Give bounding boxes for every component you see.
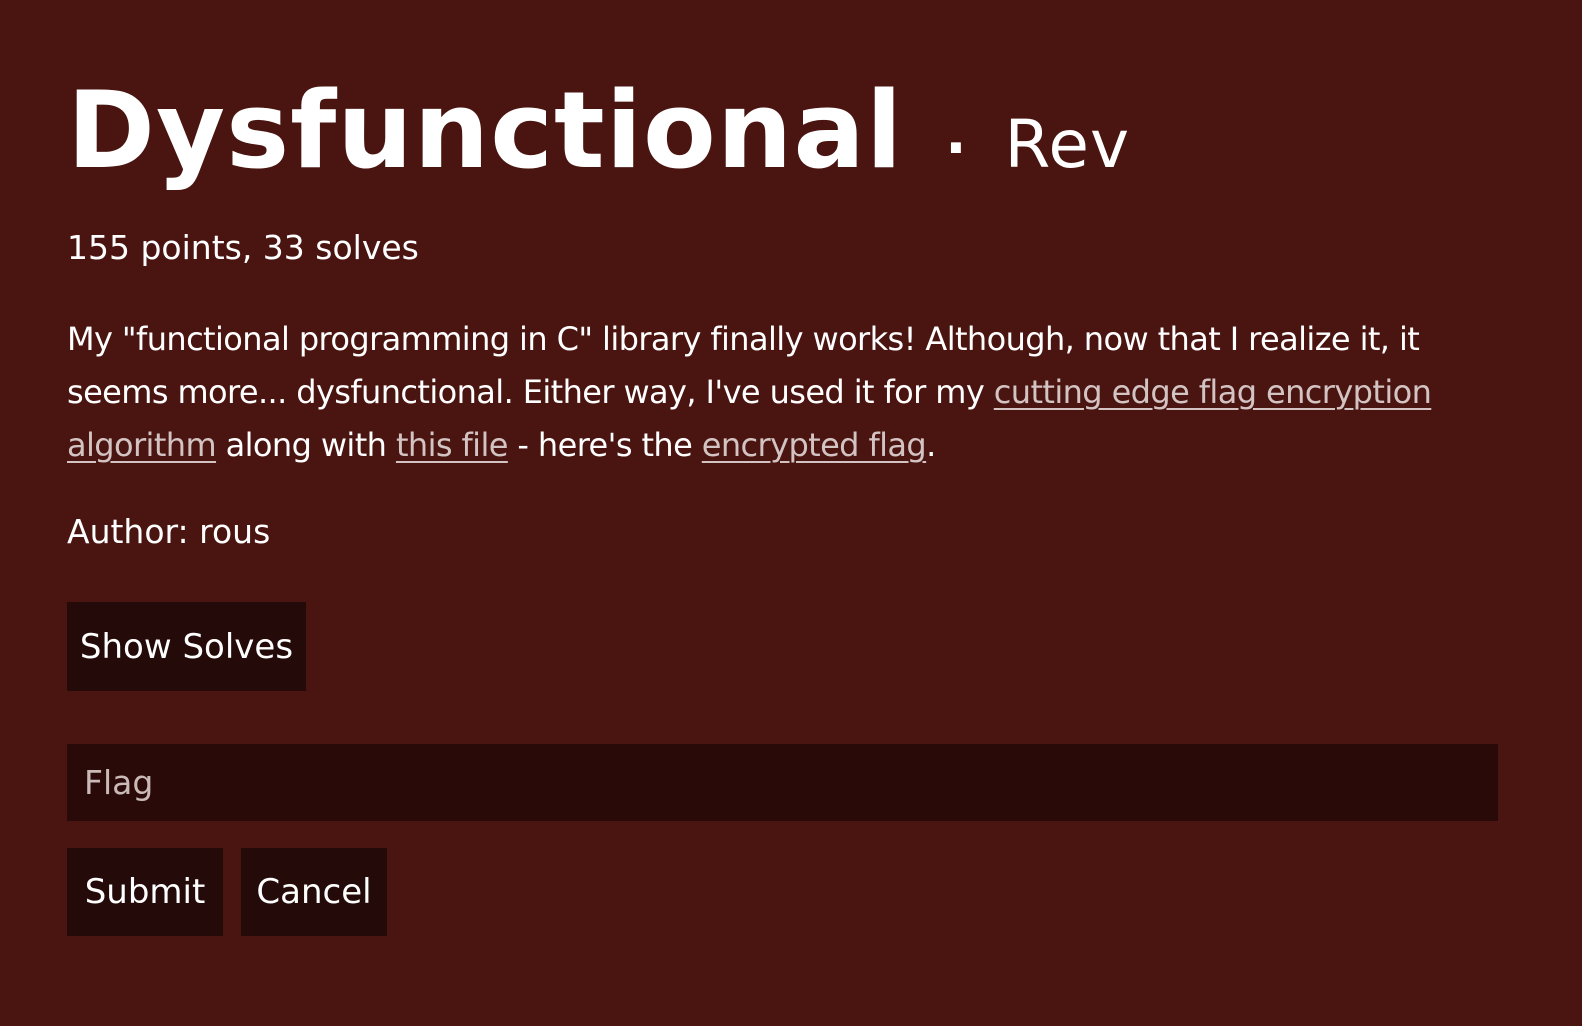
challenge-title: Dysfunctional (67, 69, 904, 192)
cancel-button[interactable]: Cancel (241, 848, 387, 936)
challenge-description: My "functional programming in C" library… (67, 313, 1487, 472)
submit-button[interactable]: Submit (67, 848, 223, 936)
flag-input[interactable] (67, 744, 1498, 821)
challenge-page: Dysfunctional · Rev 155 points, 33 solve… (0, 0, 1582, 1026)
title-row: Dysfunctional · Rev (67, 78, 1130, 184)
challenge-category: Rev (1004, 106, 1131, 183)
description-text-3: - here's the (507, 426, 702, 464)
encrypted-flag-link[interactable]: encrypted flag (702, 426, 927, 464)
challenge-author: Author: rous (67, 512, 271, 551)
points-solves: 155 points, 33 solves (67, 228, 419, 267)
description-text-4: . (926, 426, 936, 464)
show-solves-button[interactable]: Show Solves (67, 602, 306, 691)
title-separator: · (945, 116, 967, 181)
file-link[interactable]: this file (396, 426, 509, 464)
description-text-2: along with (216, 426, 396, 464)
